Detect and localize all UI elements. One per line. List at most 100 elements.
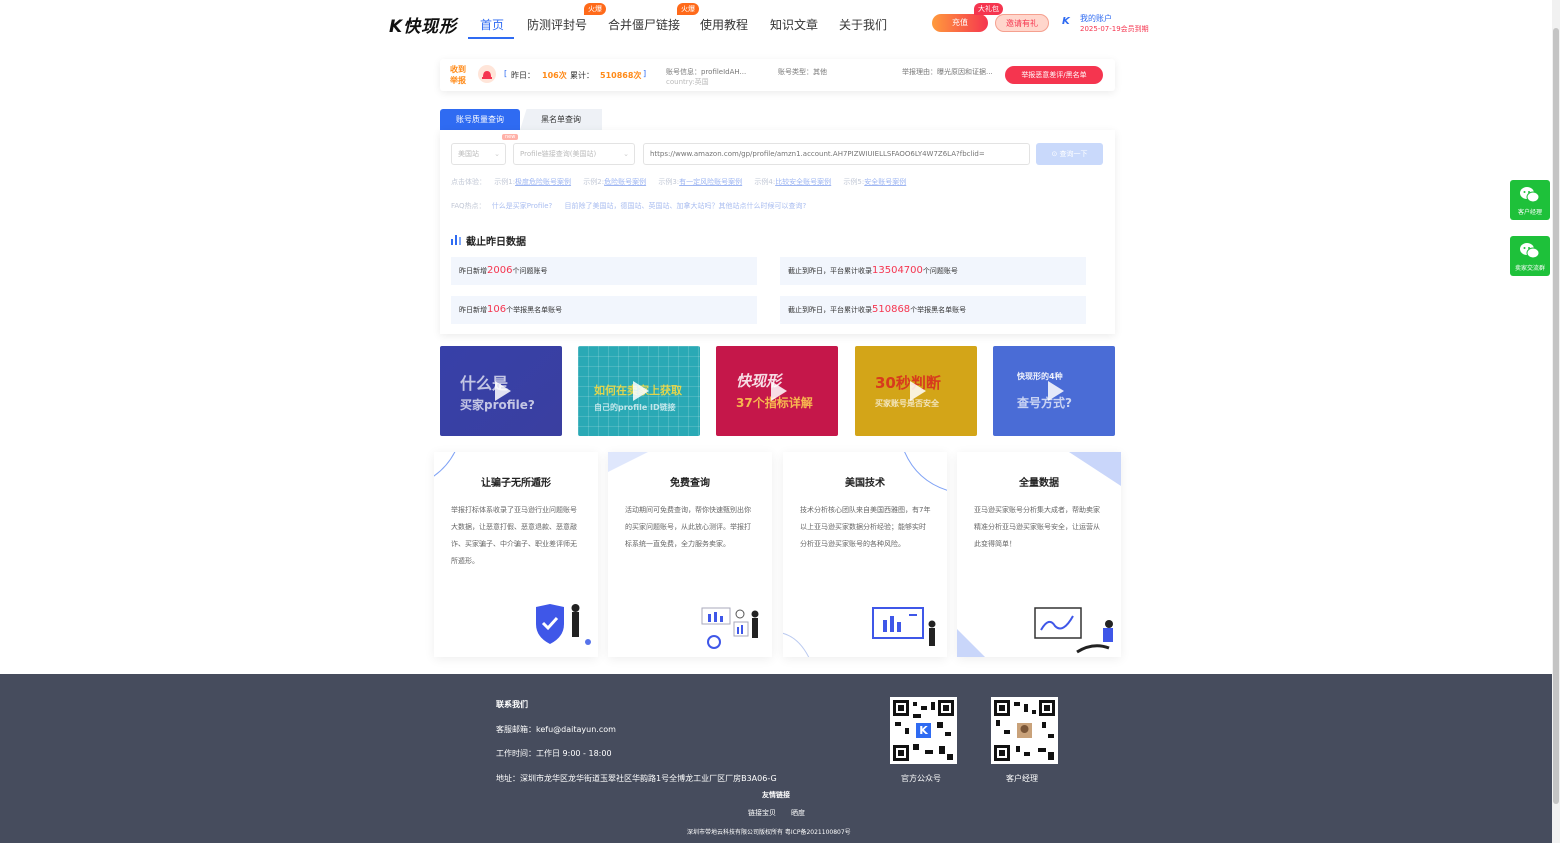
nav-anti-review[interactable]: 防测评封号 <box>527 16 587 33</box>
feature-text: 亚马逊买家账号分析集大成者，帮助卖家精准分析亚马逊买家账号安全，让运营从此变得简… <box>974 506 1100 548</box>
shield-icon <box>536 604 591 645</box>
monitor-chart-icon <box>872 607 936 646</box>
friend-link-2[interactable]: 晒度 <box>791 808 805 818</box>
report-reason: 举报理由：曝光原因和证据... <box>902 68 993 76</box>
yesterday-label: 昨日： <box>511 71 535 80</box>
feature-card-free: 免费查询 活动期间可免费查询，帮你快速甄别出你的买家问题账号，从此放心测评。举报… <box>608 452 772 657</box>
video-4-methods[interactable]: 快现形的4种 查号方式? <box>993 346 1115 436</box>
wechat-account-manager-button[interactable]: 客户经理 <box>1510 180 1550 220</box>
nav-tutorial[interactable]: 使用教程 <box>700 16 748 33</box>
total-label: 累计： <box>570 71 594 80</box>
account-info: 账号信息：profileIdAH... <box>666 68 747 76</box>
my-account-link[interactable]: 我的账户 <box>1080 13 1112 24</box>
site-logo[interactable]: K快现形 <box>389 12 457 37</box>
tab-account-quality[interactable]: 账号质量查询 <box>440 109 520 130</box>
feature-title: 全量数据 <box>1019 478 1059 489</box>
example-link-4[interactable]: 比较安全账号案例 <box>775 178 831 186</box>
notice-tag-line1: 收到 <box>450 65 466 74</box>
wechat-seller-group-button[interactable]: 卖家交流群 <box>1510 236 1550 276</box>
account-icon: K <box>1062 16 1070 27</box>
invite-button[interactable]: 邀请有礼 <box>995 14 1049 32</box>
footer-links-title: 友情链接 <box>762 791 790 799</box>
chevron-down-icon: ⌄ <box>623 150 629 158</box>
report-blacklist-button[interactable]: 举报恶意差评/黑名单 <box>1005 66 1103 84</box>
gift-badge: 大礼包 <box>974 3 1003 15</box>
faq-row: FAQ热点： 什么是买家Profile? 目前除了美国站，德国站、英国站、加拿大… <box>451 201 806 211</box>
hot-badge: 火爆 <box>584 3 606 15</box>
example-link-1[interactable]: 极度危险账号案例 <box>515 178 571 186</box>
stats-bar-icon <box>451 234 462 248</box>
trend-board-icon <box>1034 607 1113 654</box>
search-button[interactable]: ⊙ 查询一下 <box>1036 143 1103 165</box>
search-icon: ⊙ <box>1051 150 1060 158</box>
feature-title: 美国技术 <box>845 478 885 489</box>
nav-home[interactable]: 首页 <box>480 16 504 33</box>
qr-label-manager: 客户经理 <box>1006 774 1038 783</box>
profile-url-input[interactable] <box>643 143 1030 165</box>
faq-link-2[interactable]: 目前除了美国站，德国站、英国站、加拿大站吗？其他站点什么时候可以查询? <box>565 202 807 210</box>
new-badge: new <box>502 134 519 140</box>
qr-label-official: 官方公众号 <box>901 774 941 783</box>
decor-arc <box>783 632 810 657</box>
feature-text: 举报打标体系收录了亚马逊行业问题账号大数据，让恶意打假、恶意退款、恶意敲诈、买家… <box>451 506 577 565</box>
play-icon <box>1048 381 1064 401</box>
total-count: 510868次 <box>600 71 642 80</box>
nav-articles[interactable]: 知识文章 <box>770 16 818 33</box>
example-link-5[interactable]: 安全账号案例 <box>864 178 906 186</box>
top-navigation: K快现形 首页 防测评封号 火爆 合并僵尸链接 火爆 使用教程 知识文章 关于我… <box>0 0 1552 48</box>
examples-row: 点击体验： 示例1:极度危险账号案例 示例2:危险账号案例 示例3:有一定风险账… <box>451 177 906 187</box>
page-scrollbar[interactable] <box>1552 0 1560 843</box>
footer-copyright: 深圳市带地云科技有限公司版权所有 粤ICP备2021100807号 <box>687 829 851 836</box>
footer-contact-title: 联系我们 <box>496 700 528 709</box>
scrollbar-thumb[interactable] <box>1553 28 1559 804</box>
email-link[interactable]: kefu@daitayun.com <box>536 725 616 734</box>
chevron-down-icon: ⌄ <box>494 150 500 158</box>
feature-card-us-tech: 美国技术 技术分析核心团队来自美国西雅图，有7年以上亚马逊买家数据分析经验；能够… <box>783 452 947 657</box>
notice-tag-line2: 举报 <box>450 76 466 85</box>
play-icon <box>495 381 511 401</box>
footer-address: 地址：深圳市龙华区龙华街道玉翠社区华韵路1号全博龙工业厂区厂房B3A06-G <box>496 774 777 783</box>
faq-label: FAQ热点： <box>451 202 486 210</box>
example-link-2[interactable]: 危险账号案例 <box>604 178 646 186</box>
video-37-indicators[interactable]: 快现形 37个指标详解 <box>716 346 838 436</box>
svg-text:K: K <box>919 724 928 737</box>
example-prefix: 示例4: <box>754 178 776 186</box>
footer-email: 客服邮箱：kefu@daitayun.com <box>496 725 616 734</box>
membership-expiry: 2025-07-19会员到期 <box>1080 25 1149 33</box>
video-get-profile-link[interactable]: 如何在卖家上获取 自己的profile ID链接 <box>578 346 700 436</box>
feature-title: 免费查询 <box>670 478 710 489</box>
footer <box>0 674 1552 843</box>
feature-text: 活动期间可免费查询，帮你快速甄别出你的买家问题账号，从此放心测评。举报打标系统一… <box>625 506 751 548</box>
example-prefix: 示例3: <box>658 178 680 186</box>
nav-about[interactable]: 关于我们 <box>839 16 887 33</box>
report-notice-bar: 收到 举报 [ 昨日： 106次 累计： 510868次 ] 账号信息：prof… <box>440 59 1115 91</box>
bracket-right: ] <box>643 69 647 78</box>
examples-intro: 点击体验： <box>451 178 486 186</box>
decor-corner <box>608 452 648 472</box>
stat-yesterday-problem: 昨日新增2006个问题账号 <box>451 257 757 285</box>
video-what-is-profile[interactable]: 什么是 买家profile? <box>440 346 562 436</box>
footer-hours: 工作时间：工作日 9:00 - 18:00 <box>496 749 612 758</box>
stat-total-problem: 截止到昨日，平台累计收录13504700个问题账号 <box>780 257 1086 285</box>
stats-title: 截止昨日数据 <box>466 237 526 248</box>
nav-merge-links[interactable]: 合并僵尸链接 <box>608 16 680 33</box>
site-select[interactable]: 美国站 ⌄ <box>451 143 506 165</box>
tab-blacklist[interactable]: 黑名单查询 <box>520 109 602 130</box>
feature-text: 技术分析核心团队来自美国西雅图，有7年以上亚马逊买家数据分析经验；能够实时分析亚… <box>800 506 931 548</box>
example-link-3[interactable]: 有一定风险账号案例 <box>679 178 742 186</box>
video-30-seconds[interactable]: 30秒判断 买家账号是否安全 <box>855 346 977 436</box>
faq-link-1[interactable]: 什么是买家Profile? <box>492 202 552 210</box>
friend-link-1[interactable]: 链接宝贝 <box>748 808 776 818</box>
feature-title: 让骗子无所遁形 <box>481 478 551 489</box>
decor-corner <box>957 629 985 657</box>
wechat-icon <box>1520 243 1540 259</box>
feature-card-full-data: 全量数据 亚马逊买家账号分析集大成者，帮助卖家精准分析亚马逊买家账号安全，让运营… <box>957 452 1121 657</box>
nav-active-indicator <box>468 37 514 39</box>
wechat-icon <box>1520 187 1540 203</box>
recharge-button[interactable]: 充值 <box>932 14 988 32</box>
bracket-left: [ <box>504 69 508 78</box>
stat-yesterday-blacklist: 昨日新增106个举报黑名单账号 <box>451 296 757 324</box>
query-type-select[interactable]: Profile链接查询(美国站) ⌄ <box>513 143 635 165</box>
example-prefix: 示例1: <box>494 178 516 186</box>
stat-total-blacklist: 截止到昨日，平台累计收录510868个举报黑名单账号 <box>780 296 1086 324</box>
